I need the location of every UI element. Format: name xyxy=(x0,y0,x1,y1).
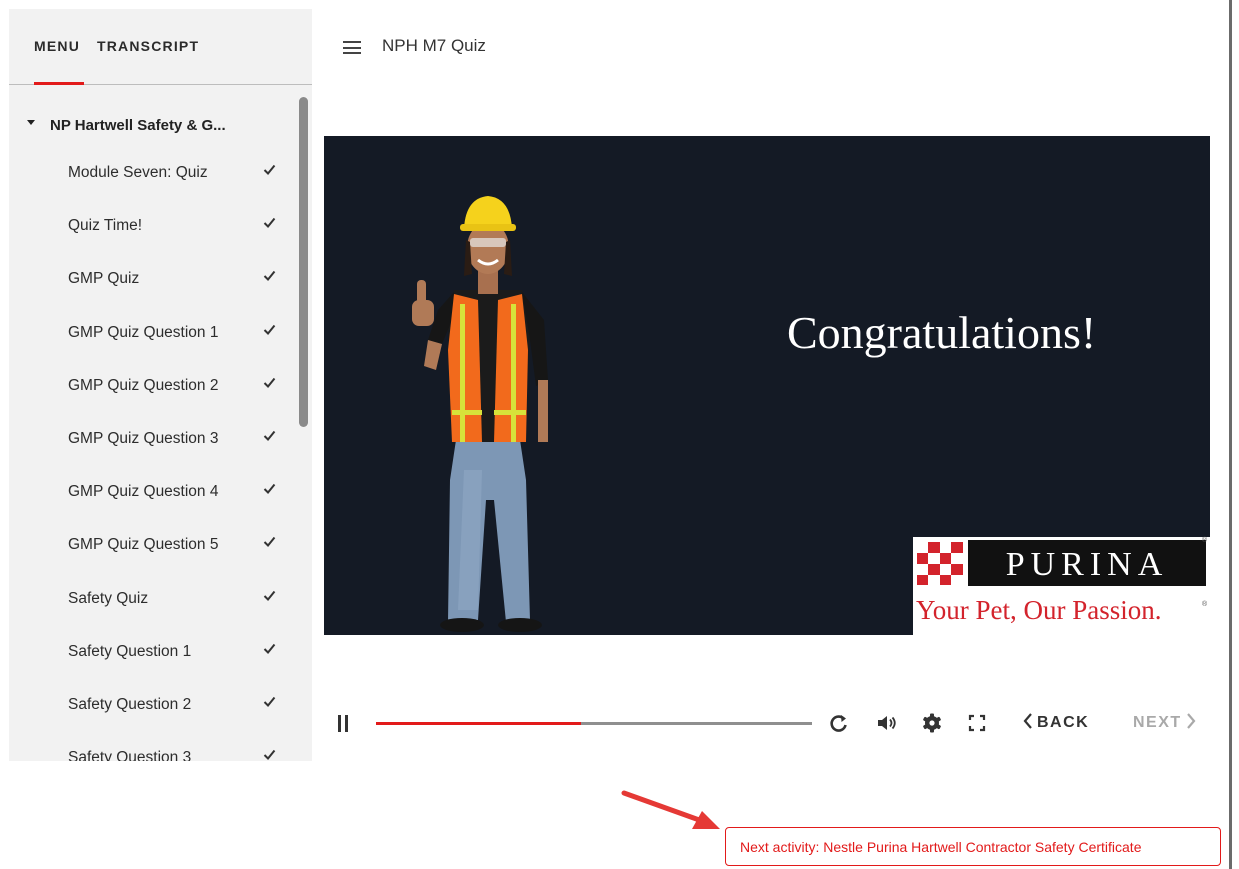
replay-icon[interactable] xyxy=(828,712,850,734)
checkmark-icon xyxy=(263,482,276,495)
sidebar-item[interactable]: GMP Quiz xyxy=(9,257,299,301)
sidebar-item[interactable]: GMP Quiz Question 1 xyxy=(9,311,299,355)
tab-menu[interactable]: MENU xyxy=(34,38,80,54)
next-activity-label: Next activity: Nestle Purina Hartwell Co… xyxy=(740,839,1142,855)
sidebar-scrollbar[interactable] xyxy=(299,85,312,761)
sidebar-tabs: MENU TRANSCRIPT xyxy=(9,9,312,85)
sidebar-item-label: Safety Question 2 xyxy=(68,696,192,713)
checkmark-icon xyxy=(263,642,276,655)
sidebar-item-label: GMP Quiz Question 5 xyxy=(68,536,219,553)
purina-logo: PURINA ® Your Pet, Our Passion. ® xyxy=(913,537,1210,635)
registered-mark-icon: ® xyxy=(1202,601,1208,608)
next-button[interactable]: NEXT xyxy=(1133,713,1196,732)
chevron-right-icon xyxy=(1186,713,1196,729)
congratulations-headline: Congratulations! xyxy=(787,307,1097,358)
sidebar-item-label: GMP Quiz Question 1 xyxy=(68,324,219,341)
purina-tagline: Your Pet, Our Passion. xyxy=(916,595,1162,625)
sidebar-item-label: GMP Quiz xyxy=(68,270,140,287)
sidebar-item[interactable]: Safety Quiz xyxy=(9,577,299,621)
checkmark-icon xyxy=(263,748,276,761)
caret-down-icon xyxy=(27,120,35,125)
sidebar-item[interactable]: Module Seven: Quiz xyxy=(9,151,299,195)
checkmark-icon xyxy=(263,269,276,282)
sidebar-item[interactable]: GMP Quiz Question 3 xyxy=(9,417,299,461)
purina-checkerboard-icon xyxy=(917,542,963,585)
registered-mark-icon: ® xyxy=(1202,537,1208,544)
sidebar-item[interactable]: Safety Question 2 xyxy=(9,683,299,727)
next-activity-button[interactable]: Next activity: Nestle Purina Hartwell Co… xyxy=(725,827,1221,866)
lesson-title: NPH M7 Quiz xyxy=(382,36,486,55)
chevron-left-icon xyxy=(1023,713,1032,729)
sidebar-item[interactable]: GMP Quiz Question 2 xyxy=(9,364,299,408)
sidebar-item[interactable]: GMP Quiz Question 5 xyxy=(9,523,299,567)
next-label: NEXT xyxy=(1133,714,1182,731)
pause-icon[interactable] xyxy=(338,715,350,733)
back-button[interactable]: BACK xyxy=(1023,713,1089,732)
lesson-menu: NP Hartwell Safety & G... Module Seven: … xyxy=(9,85,299,761)
settings-gear-icon[interactable] xyxy=(921,712,943,734)
sidebar-item-label: Module Seven: Quiz xyxy=(68,164,208,181)
sidebar-item-label: Safety Quiz xyxy=(68,590,149,607)
purina-wordmark-box: PURINA xyxy=(968,540,1206,586)
slide-canvas: Congratulations! PURINA ® Your Pet, Our … xyxy=(324,136,1210,635)
checkmark-icon xyxy=(263,695,276,708)
fullscreen-icon[interactable] xyxy=(966,712,988,734)
purina-wordmark: PURINA xyxy=(1005,546,1169,583)
checkmark-icon xyxy=(263,535,276,548)
checkmark-icon xyxy=(263,429,276,442)
scrollbar-thumb[interactable] xyxy=(299,97,308,427)
sidebar-item[interactable]: Quiz Time! xyxy=(9,204,299,248)
sidebar-item-label: GMP Quiz Question 3 xyxy=(68,430,219,447)
sidebar-item-label: GMP Quiz Question 4 xyxy=(68,483,219,500)
course-heading[interactable]: NP Hartwell Safety & G... xyxy=(9,111,299,141)
sidebar-item[interactable]: Safety Question 3 xyxy=(9,736,299,761)
progress-bar[interactable] xyxy=(376,722,812,725)
progress-fill xyxy=(376,722,581,725)
construction-worker-image xyxy=(412,196,548,632)
checkmark-icon xyxy=(263,376,276,389)
volume-icon[interactable] xyxy=(876,712,898,734)
annotation-arrow-icon xyxy=(621,790,720,829)
course-title: NP Hartwell Safety & G... xyxy=(50,117,226,134)
sidebar-item-label: Safety Question 3 xyxy=(68,749,192,761)
checkmark-icon xyxy=(263,163,276,176)
hamburger-menu-icon[interactable] xyxy=(343,41,361,54)
sidebar-item-label: GMP Quiz Question 2 xyxy=(68,377,219,394)
back-label: BACK xyxy=(1037,714,1090,731)
sidebar: MENU TRANSCRIPT NP Hartwell Safety & G..… xyxy=(9,9,312,761)
sidebar-item-label: Quiz Time! xyxy=(68,217,143,234)
tab-transcript[interactable]: TRANSCRIPT xyxy=(97,38,199,54)
sidebar-item[interactable]: Safety Question 1 xyxy=(9,630,299,674)
checkmark-icon xyxy=(263,323,276,336)
checkmark-icon xyxy=(263,589,276,602)
checkmark-icon xyxy=(263,216,276,229)
sidebar-item[interactable]: GMP Quiz Question 4 xyxy=(9,470,299,514)
sidebar-item-label: Safety Question 1 xyxy=(68,643,192,660)
window-border xyxy=(1229,0,1232,869)
